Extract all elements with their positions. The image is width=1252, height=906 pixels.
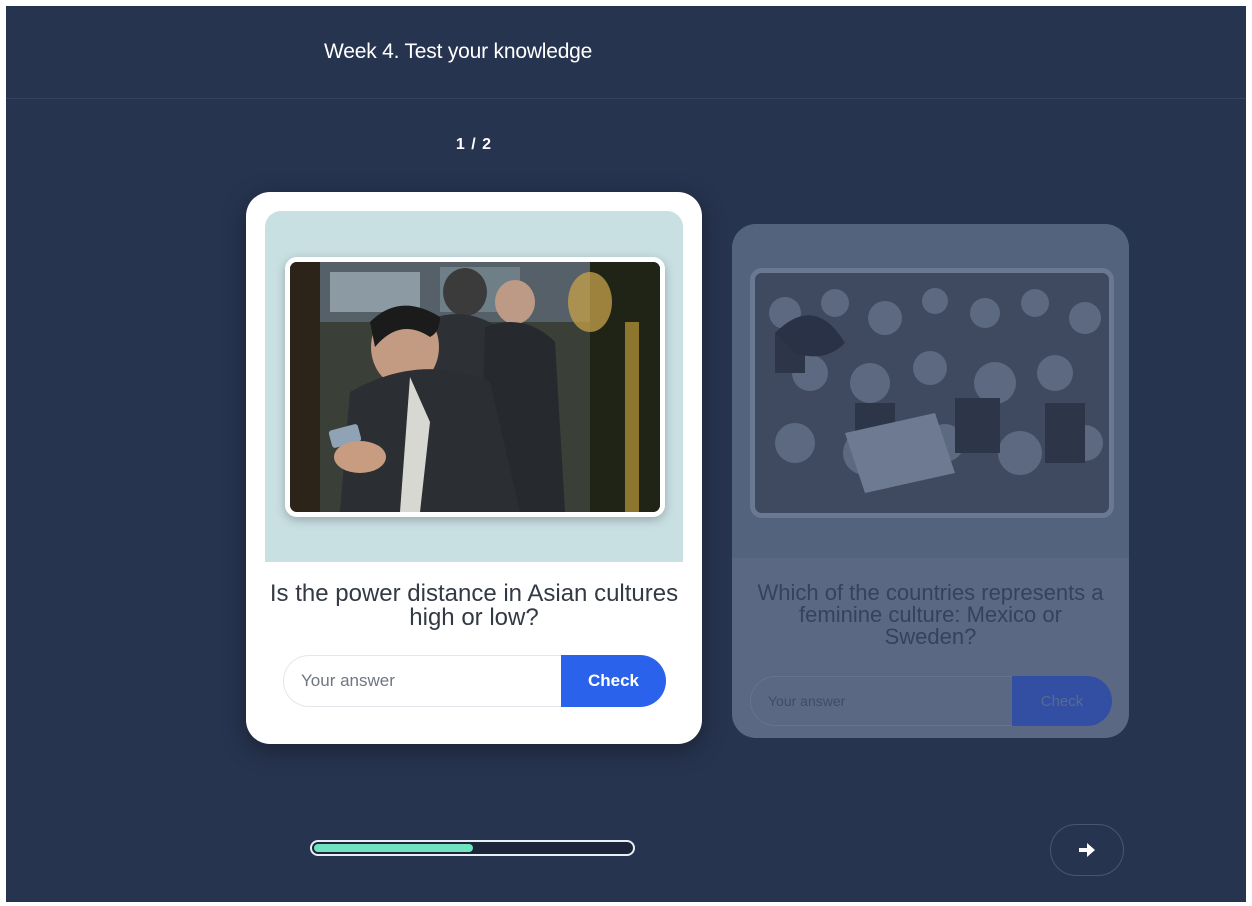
check-button[interactable]: Check — [561, 655, 666, 707]
progress-fill — [314, 844, 473, 852]
card-image-panel — [265, 211, 683, 562]
check-button[interactable]: Check — [1012, 676, 1112, 726]
answer-row: Check — [750, 676, 1112, 726]
question-counter: 1 / 2 — [455, 136, 493, 153]
card-image-panel — [732, 224, 1129, 558]
page-header: Week 4. Test your knowledge — [6, 6, 1246, 99]
arrow-right-icon — [1078, 842, 1096, 858]
question-card-2[interactable]: Which of the countries represents a femi… — [732, 224, 1129, 738]
answer-row: Check — [283, 655, 666, 707]
question-text: Is the power distance in Asian cultures … — [269, 580, 679, 631]
question-card-1: Is the power distance in Asian cultures … — [246, 192, 702, 744]
celebrating-crowd-photo — [750, 268, 1114, 518]
answer-input[interactable] — [283, 655, 583, 707]
answer-input[interactable] — [750, 676, 1014, 726]
next-button[interactable] — [1050, 824, 1124, 876]
page-title: Week 4. Test your knowledge — [324, 40, 593, 63]
question-text: Which of the countries represents a femi… — [757, 580, 1104, 649]
businessmen-phones-photo — [285, 257, 665, 517]
quiz-page: Week 4. Test your knowledge 1 / 2 Is the… — [6, 6, 1246, 902]
progress-bar — [310, 840, 635, 856]
